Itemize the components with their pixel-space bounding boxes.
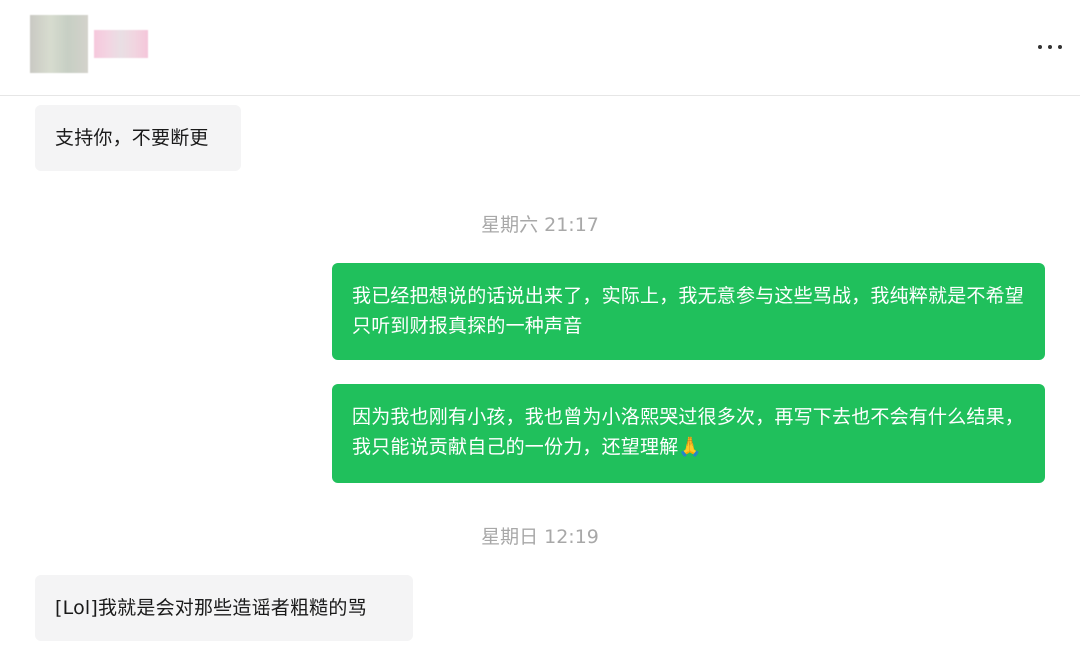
message-timestamp: 星期日 12:19	[481, 526, 599, 548]
contact-name-blurred[interactable]	[94, 30, 148, 58]
more-horizontal-icon[interactable]	[1038, 44, 1062, 50]
chat-header	[0, 0, 1080, 96]
dot	[1058, 45, 1062, 49]
outgoing-message[interactable]: 我已经把想说的话说出来了，实际上，我无意参与这些骂战，我纯粹就是不希望只听到财报…	[332, 263, 1045, 360]
dot	[1038, 45, 1042, 49]
dot	[1048, 45, 1052, 49]
message-timestamp: 星期六 21:17	[481, 214, 599, 236]
chat-window: 支持你，不要断更 星期六 21:17 我已经把想说的话说出来了，实际上，我无意参…	[0, 0, 1080, 649]
outgoing-message[interactable]: 因为我也刚有小孩，我也曾为小洛熙哭过很多次，再写下去也不会有什么结果，我只能说贡…	[332, 384, 1045, 483]
incoming-message[interactable]: 支持你，不要断更	[35, 105, 241, 171]
avatar[interactable]	[30, 15, 88, 73]
incoming-message[interactable]: [Lol]我就是会对那些造谣者粗糙的骂	[35, 575, 413, 641]
